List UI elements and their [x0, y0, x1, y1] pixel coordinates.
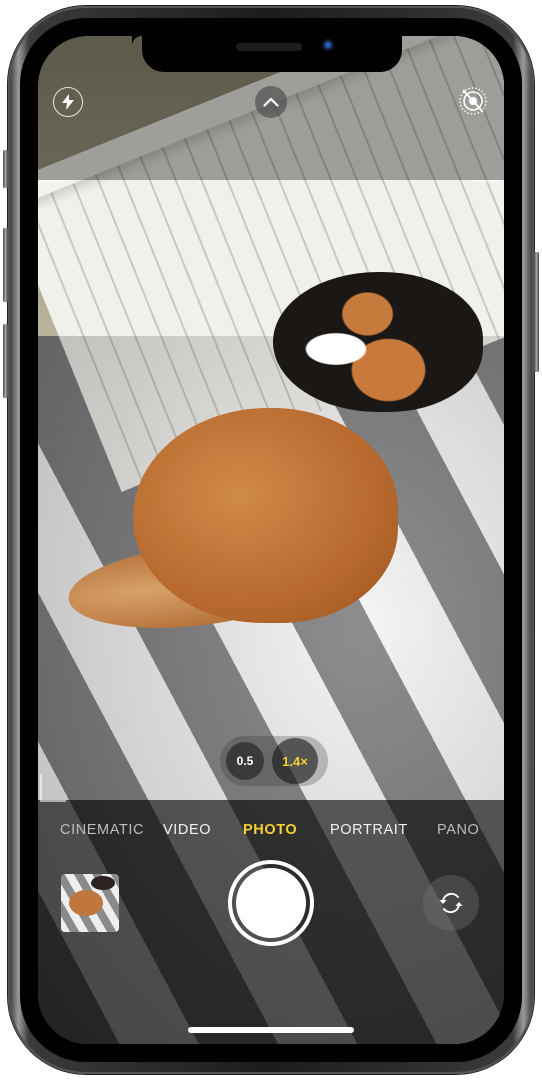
live-photo-button[interactable] [458, 86, 488, 116]
mode-video[interactable]: VIDEO [163, 822, 211, 838]
shutter-button-inner [236, 868, 306, 938]
mode-photo[interactable]: PHOTO [243, 822, 297, 838]
front-camera [322, 39, 334, 51]
last-photo-thumbnail[interactable] [61, 874, 119, 932]
zoom-1.4-button[interactable]: 1.4× [272, 738, 318, 784]
zoom-selector: 0.5 1.4× [220, 736, 328, 786]
side-button [534, 252, 539, 372]
notch [142, 36, 402, 72]
flash-bolt-icon [62, 94, 74, 110]
screen: 0.5 1.4× CINEMATIC VIDEO PHOTO PORTRAIT … [38, 36, 504, 1044]
chevron-up-icon [263, 97, 279, 107]
viewfinder-orange-cat [133, 408, 398, 623]
mode-portrait[interactable]: PORTRAIT [330, 822, 408, 838]
volume-down-button [3, 324, 8, 398]
mode-pano[interactable]: PANO [437, 822, 479, 838]
thumbnail-calico-cat [91, 876, 115, 890]
earpiece-speaker [236, 43, 302, 51]
frame-marker-bottom-left [40, 800, 66, 802]
flash-button[interactable] [53, 87, 83, 117]
viewfinder-calico-cat [273, 272, 483, 412]
live-photo-off-icon [459, 87, 487, 115]
camera-flip-icon [439, 892, 463, 914]
shutter-button[interactable] [228, 860, 314, 946]
mode-cinematic[interactable]: CINEMATIC [60, 822, 144, 838]
zoom-0.5-button[interactable]: 0.5 [226, 742, 264, 780]
home-indicator[interactable] [188, 1027, 354, 1033]
mute-switch [3, 150, 8, 188]
volume-up-button [3, 228, 8, 302]
expand-controls-button[interactable] [255, 86, 287, 118]
frame-marker-bottom-left-vertical [40, 774, 42, 800]
flip-camera-button[interactable] [423, 875, 479, 931]
frame-marker-top-left [40, 180, 66, 182]
thumbnail-orange-cat [69, 890, 103, 916]
mode-selector: CINEMATIC VIDEO PHOTO PORTRAIT PANO [38, 822, 504, 842]
frame-marker-top-right [474, 180, 500, 182]
